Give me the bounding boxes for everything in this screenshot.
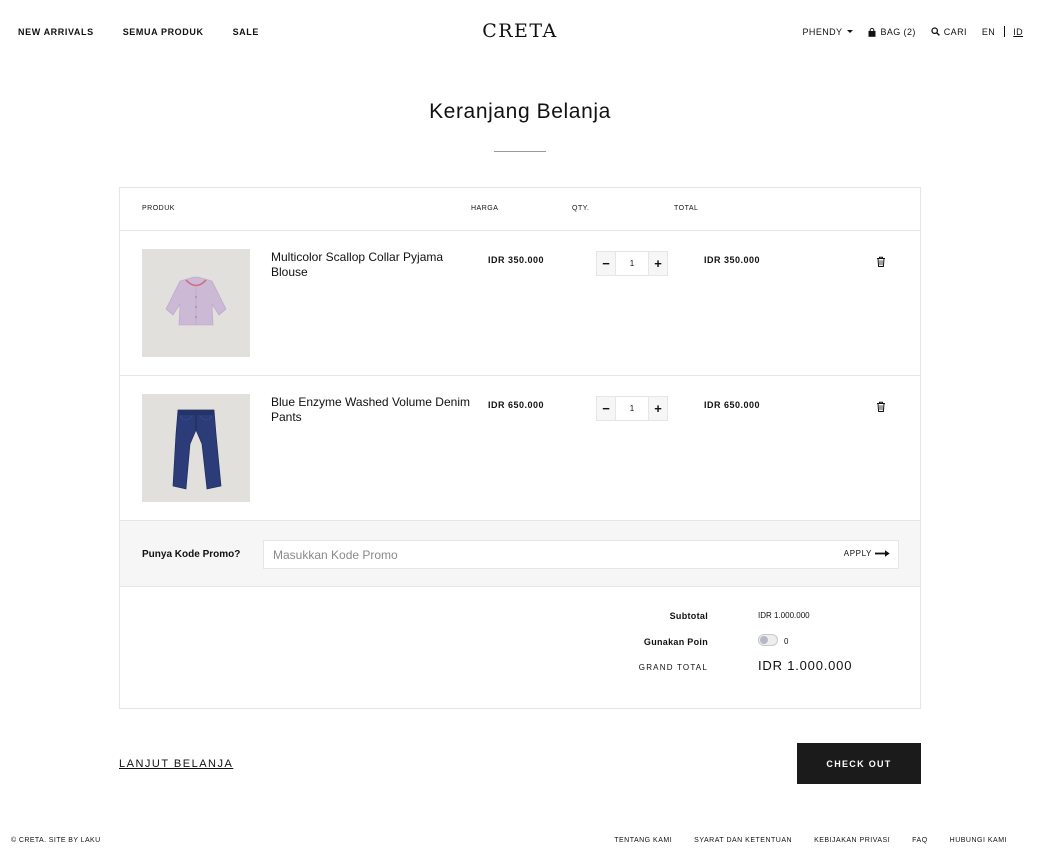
cart-table: PRODUK HARGA QTY. TOTAL Multicolor Scall… — [119, 187, 921, 709]
line-total: IDR 650.000 — [704, 400, 761, 410]
column-header-qty: QTY. — [572, 205, 590, 212]
promo-label: Punya Kode Promo? — [142, 549, 241, 560]
column-header-produk: PRODUK — [142, 205, 175, 212]
logo-text[interactable]: CRETA — [482, 20, 558, 42]
footer-link-syarat[interactable]: SYARAT DAN KETENTUAN — [694, 837, 792, 844]
promo-code-input[interactable] — [264, 541, 824, 568]
column-header-harga: HARGA — [471, 205, 499, 212]
bag-label[interactable]: BAG (2) — [880, 27, 915, 37]
footer-links: TENTANG KAMI SYARAT DAN KETENTUAN KEBIJA… — [592, 837, 1007, 844]
language-switch: EN ID — [982, 26, 1023, 37]
plus-icon[interactable]: + — [654, 401, 662, 416]
grand-total-label: GRAND TOTAL — [638, 663, 708, 672]
cart-item-row: Blue Enzyme Washed Volume Denim Pants ID… — [120, 376, 920, 521]
line-total: IDR 350.000 — [704, 255, 761, 265]
use-points-toggle[interactable] — [758, 634, 778, 646]
lang-en[interactable]: EN — [982, 27, 995, 37]
trash-icon[interactable] — [876, 399, 886, 417]
apply-label[interactable]: APPLY — [844, 549, 872, 558]
plus-icon[interactable]: + — [654, 256, 662, 271]
bag-icon[interactable] — [868, 27, 876, 37]
footer-link-hubungi-kami[interactable]: HUBUNGI KAMI — [950, 837, 1007, 844]
checkout-button[interactable]: CHECK OUT — [797, 743, 921, 784]
product-name[interactable]: Multicolor Scallop Collar Pyjama Blouse — [271, 250, 471, 280]
grand-total-value: IDR 1.000.000 — [758, 658, 853, 673]
product-price: IDR 650.000 — [488, 400, 545, 410]
increase-qty-button[interactable]: + — [648, 397, 667, 420]
promo-section: Punya Kode Promo? APPLY — [120, 521, 920, 587]
product-image[interactable] — [142, 394, 250, 502]
search-label[interactable]: CARI — [944, 27, 967, 37]
promo-field: APPLY — [263, 540, 899, 569]
column-header-total: TOTAL — [674, 205, 699, 212]
product-image[interactable] — [142, 249, 250, 357]
points-value: 0 — [784, 637, 789, 646]
use-points-label: Gunakan Poin — [643, 637, 708, 647]
footer-copyright: © CRETA. SITE BY LAKU — [11, 837, 101, 844]
search-link[interactable]: CARI — [931, 27, 967, 37]
cart-header-row: PRODUK HARGA QTY. TOTAL — [120, 188, 920, 231]
lang-id[interactable]: ID — [1013, 27, 1023, 37]
decrease-qty-button[interactable]: − — [597, 397, 616, 420]
footer-link-faq[interactable]: FAQ — [912, 837, 928, 844]
quantity-value[interactable]: 1 — [616, 397, 648, 420]
quantity-value[interactable]: 1 — [616, 252, 648, 275]
cart-item-row: Multicolor Scallop Collar Pyjama Blouse … — [120, 231, 920, 376]
apply-promo-button[interactable]: APPLY — [844, 549, 890, 558]
minus-icon[interactable]: − — [602, 401, 610, 416]
subtotal-value: IDR 1.000.000 — [758, 611, 810, 620]
minus-icon[interactable]: − — [602, 256, 610, 271]
increase-qty-button[interactable]: + — [648, 252, 667, 275]
trash-icon[interactable] — [876, 254, 886, 272]
product-name[interactable]: Blue Enzyme Washed Volume Denim Pants — [271, 395, 471, 425]
product-price: IDR 350.000 — [488, 255, 545, 265]
lang-divider — [1004, 26, 1006, 37]
quantity-stepper: − 1 + — [596, 251, 668, 276]
subtotal-label: Subtotal — [669, 611, 708, 621]
quantity-stepper: − 1 + — [596, 396, 668, 421]
search-icon[interactable] — [931, 27, 940, 36]
arrow-right-icon[interactable] — [875, 550, 890, 557]
decrease-qty-button[interactable]: − — [597, 252, 616, 275]
bag-link[interactable]: BAG (2) — [868, 27, 915, 37]
caret-down-icon[interactable] — [847, 30, 854, 33]
title-divider — [494, 151, 546, 152]
footer-link-kebijakan-privasi[interactable]: KEBIJAKAN PRIVASI — [814, 837, 890, 844]
footer-link-tentang-kami[interactable]: TENTANG KAMI — [614, 837, 672, 844]
utility-nav: PHENDY BAG (2) CARI EN ID — [803, 26, 1023, 37]
toggle-knob[interactable] — [760, 636, 768, 644]
user-menu[interactable]: PHENDY — [803, 27, 854, 37]
site-header: NEW ARRIVALS SEMUA PRODUK SALE CRETA PHE… — [0, 0, 1040, 64]
page-title: Keranjang Belanja — [429, 100, 611, 123]
user-name[interactable]: PHENDY — [803, 27, 843, 37]
continue-shopping-link[interactable]: LANJUT BELANJA — [119, 758, 233, 770]
